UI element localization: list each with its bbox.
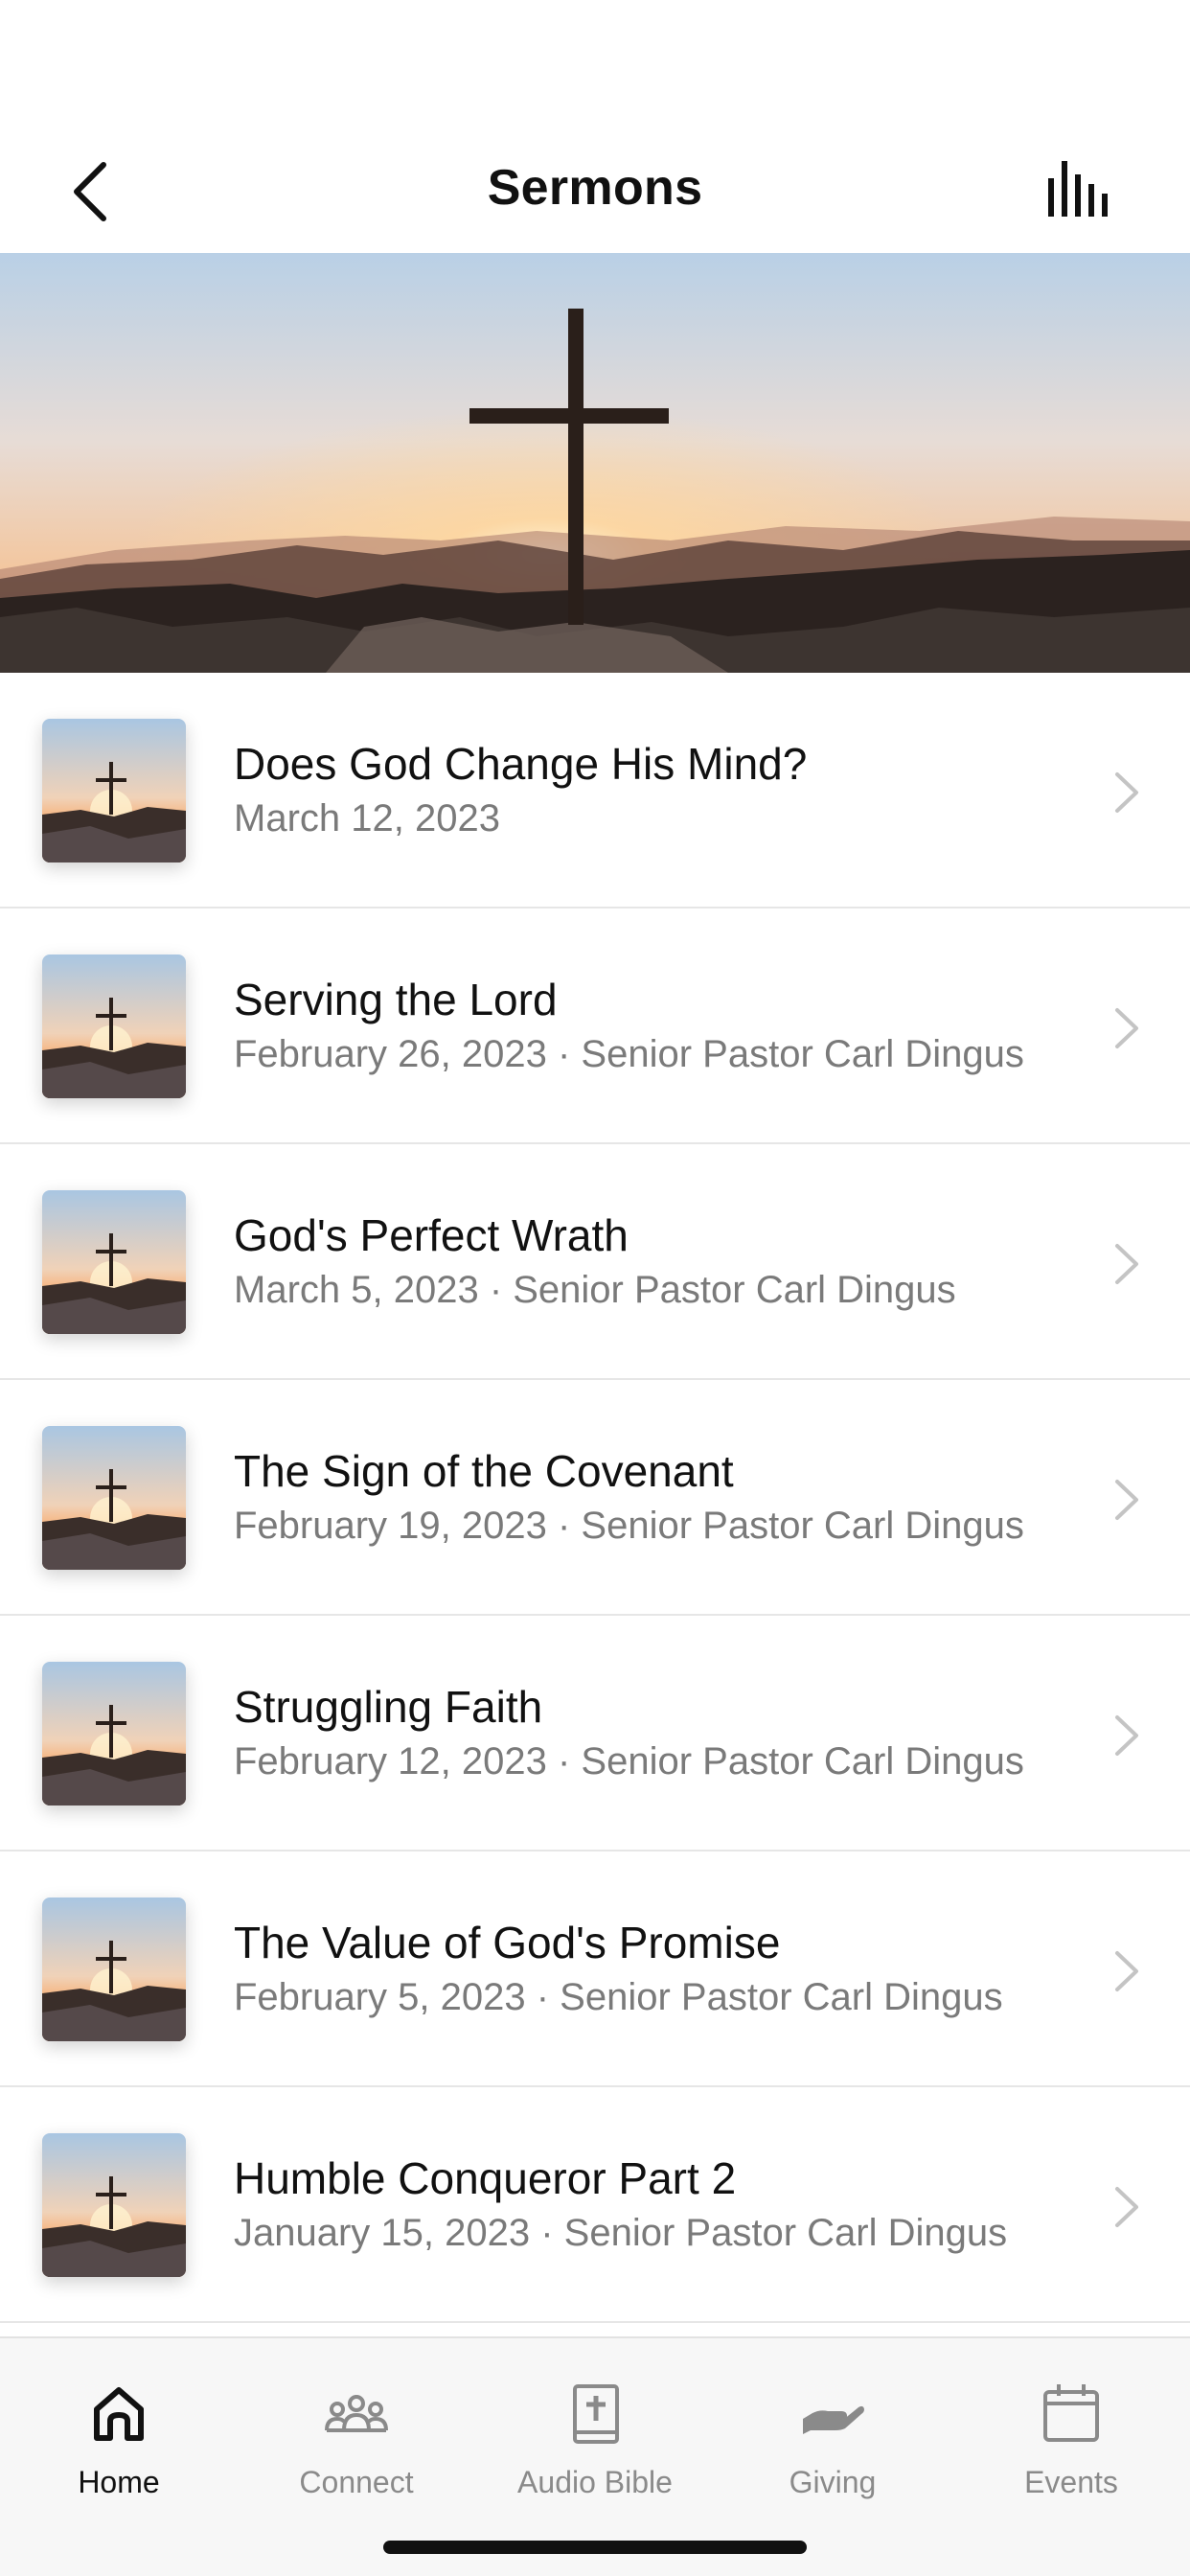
chevron-right-icon xyxy=(1115,1480,1138,1520)
calendar-icon xyxy=(1043,2384,1099,2442)
hero-image xyxy=(0,253,1190,673)
sermon-list-item[interactable]: Does God Change His Mind? March 12, 2023 xyxy=(0,673,1190,908)
sermon-title: The Sign of the Covenant xyxy=(234,1446,734,1496)
sermon-list-item[interactable]: God's Perfect Wrath March 5, 2023 · Seni… xyxy=(0,1144,1190,1380)
sermon-list-item[interactable]: The Sign of the Covenant February 19, 20… xyxy=(0,1380,1190,1616)
page-title: Sermons xyxy=(487,160,703,216)
cross-sunset-image xyxy=(0,253,1190,673)
sermon-title: Does God Change His Mind? xyxy=(234,739,808,789)
sermon-thumbnail xyxy=(42,1898,186,2041)
sermons-screen: Sermons Does God Change His Mind? March … xyxy=(0,0,1190,2576)
tab-label: Audio Bible xyxy=(517,2465,673,2499)
sermon-thumbnail xyxy=(42,1426,186,1570)
tab-label: Home xyxy=(78,2465,160,2499)
sermon-subtitle: February 19, 2023 · Senior Pastor Carl D… xyxy=(234,1505,1024,1547)
sermon-list-item[interactable]: Humble Conqueror Part 2 January 15, 2023… xyxy=(0,2087,1190,2323)
bible-icon xyxy=(573,2384,619,2444)
sermon-subtitle: February 12, 2023 · Senior Pastor Carl D… xyxy=(234,1740,1024,1782)
tab-connect[interactable]: Connect xyxy=(238,2358,475,2511)
audio-bars-icon xyxy=(1048,161,1108,217)
chevron-right-icon xyxy=(1115,1244,1138,1284)
nav-bar: Sermons xyxy=(0,0,1190,253)
sermon-thumbnail xyxy=(42,2133,186,2277)
sermon-thumbnail xyxy=(42,719,186,862)
tab-home[interactable]: Home xyxy=(0,2358,238,2511)
sermon-list-item[interactable]: Serving the Lord February 26, 2023 · Sen… xyxy=(0,908,1190,1144)
tab-label: Giving xyxy=(789,2465,877,2499)
tab-label: Events xyxy=(1024,2465,1118,2499)
sermon-subtitle: March 12, 2023 xyxy=(234,797,500,840)
giving-hand-icon xyxy=(803,2405,864,2434)
chevron-right-icon xyxy=(1115,772,1138,813)
chevron-right-icon xyxy=(1115,1951,1138,1991)
sermon-title: Serving the Lord xyxy=(234,975,558,1024)
sermon-subtitle: January 15, 2023 · Senior Pastor Carl Di… xyxy=(234,2212,1008,2254)
chevron-right-icon xyxy=(1115,1715,1138,1756)
sermon-subtitle: March 5, 2023 · Senior Pastor Carl Dingu… xyxy=(234,1269,956,1311)
sermon-title: Humble Conqueror Part 2 xyxy=(234,2153,737,2203)
tab-giving[interactable]: Giving xyxy=(714,2358,951,2511)
sermon-subtitle: February 5, 2023 · Senior Pastor Carl Di… xyxy=(234,1976,1003,2018)
sermon-list-item[interactable]: Struggling Faith February 12, 2023 · Sen… xyxy=(0,1616,1190,1852)
sermon-thumbnail xyxy=(42,1662,186,1806)
sermon-list-item[interactable]: The Value of God's Promise February 5, 2… xyxy=(0,1852,1190,2087)
home-icon xyxy=(94,2387,144,2441)
tab-events[interactable]: Events xyxy=(952,2358,1190,2511)
sermon-list: Does God Change His Mind? March 12, 2023… xyxy=(0,673,1190,2323)
sermon-thumbnail xyxy=(42,1190,186,1334)
sermon-title: Struggling Faith xyxy=(234,1682,543,1732)
sermon-subtitle: February 26, 2023 · Senior Pastor Carl D… xyxy=(234,1033,1024,1075)
sermon-thumbnail xyxy=(42,954,186,1098)
chevron-right-icon xyxy=(1115,1008,1138,1048)
audio-button[interactable] xyxy=(1041,161,1117,218)
home-indicator xyxy=(383,2541,807,2554)
tab-label: Connect xyxy=(299,2465,414,2499)
sermon-title: God's Perfect Wrath xyxy=(234,1210,629,1260)
people-icon xyxy=(325,2395,388,2432)
tab-audio-bible[interactable]: Audio Bible xyxy=(476,2358,714,2511)
chevron-right-icon xyxy=(1115,2187,1138,2227)
sermon-title: The Value of God's Promise xyxy=(234,1918,781,1967)
